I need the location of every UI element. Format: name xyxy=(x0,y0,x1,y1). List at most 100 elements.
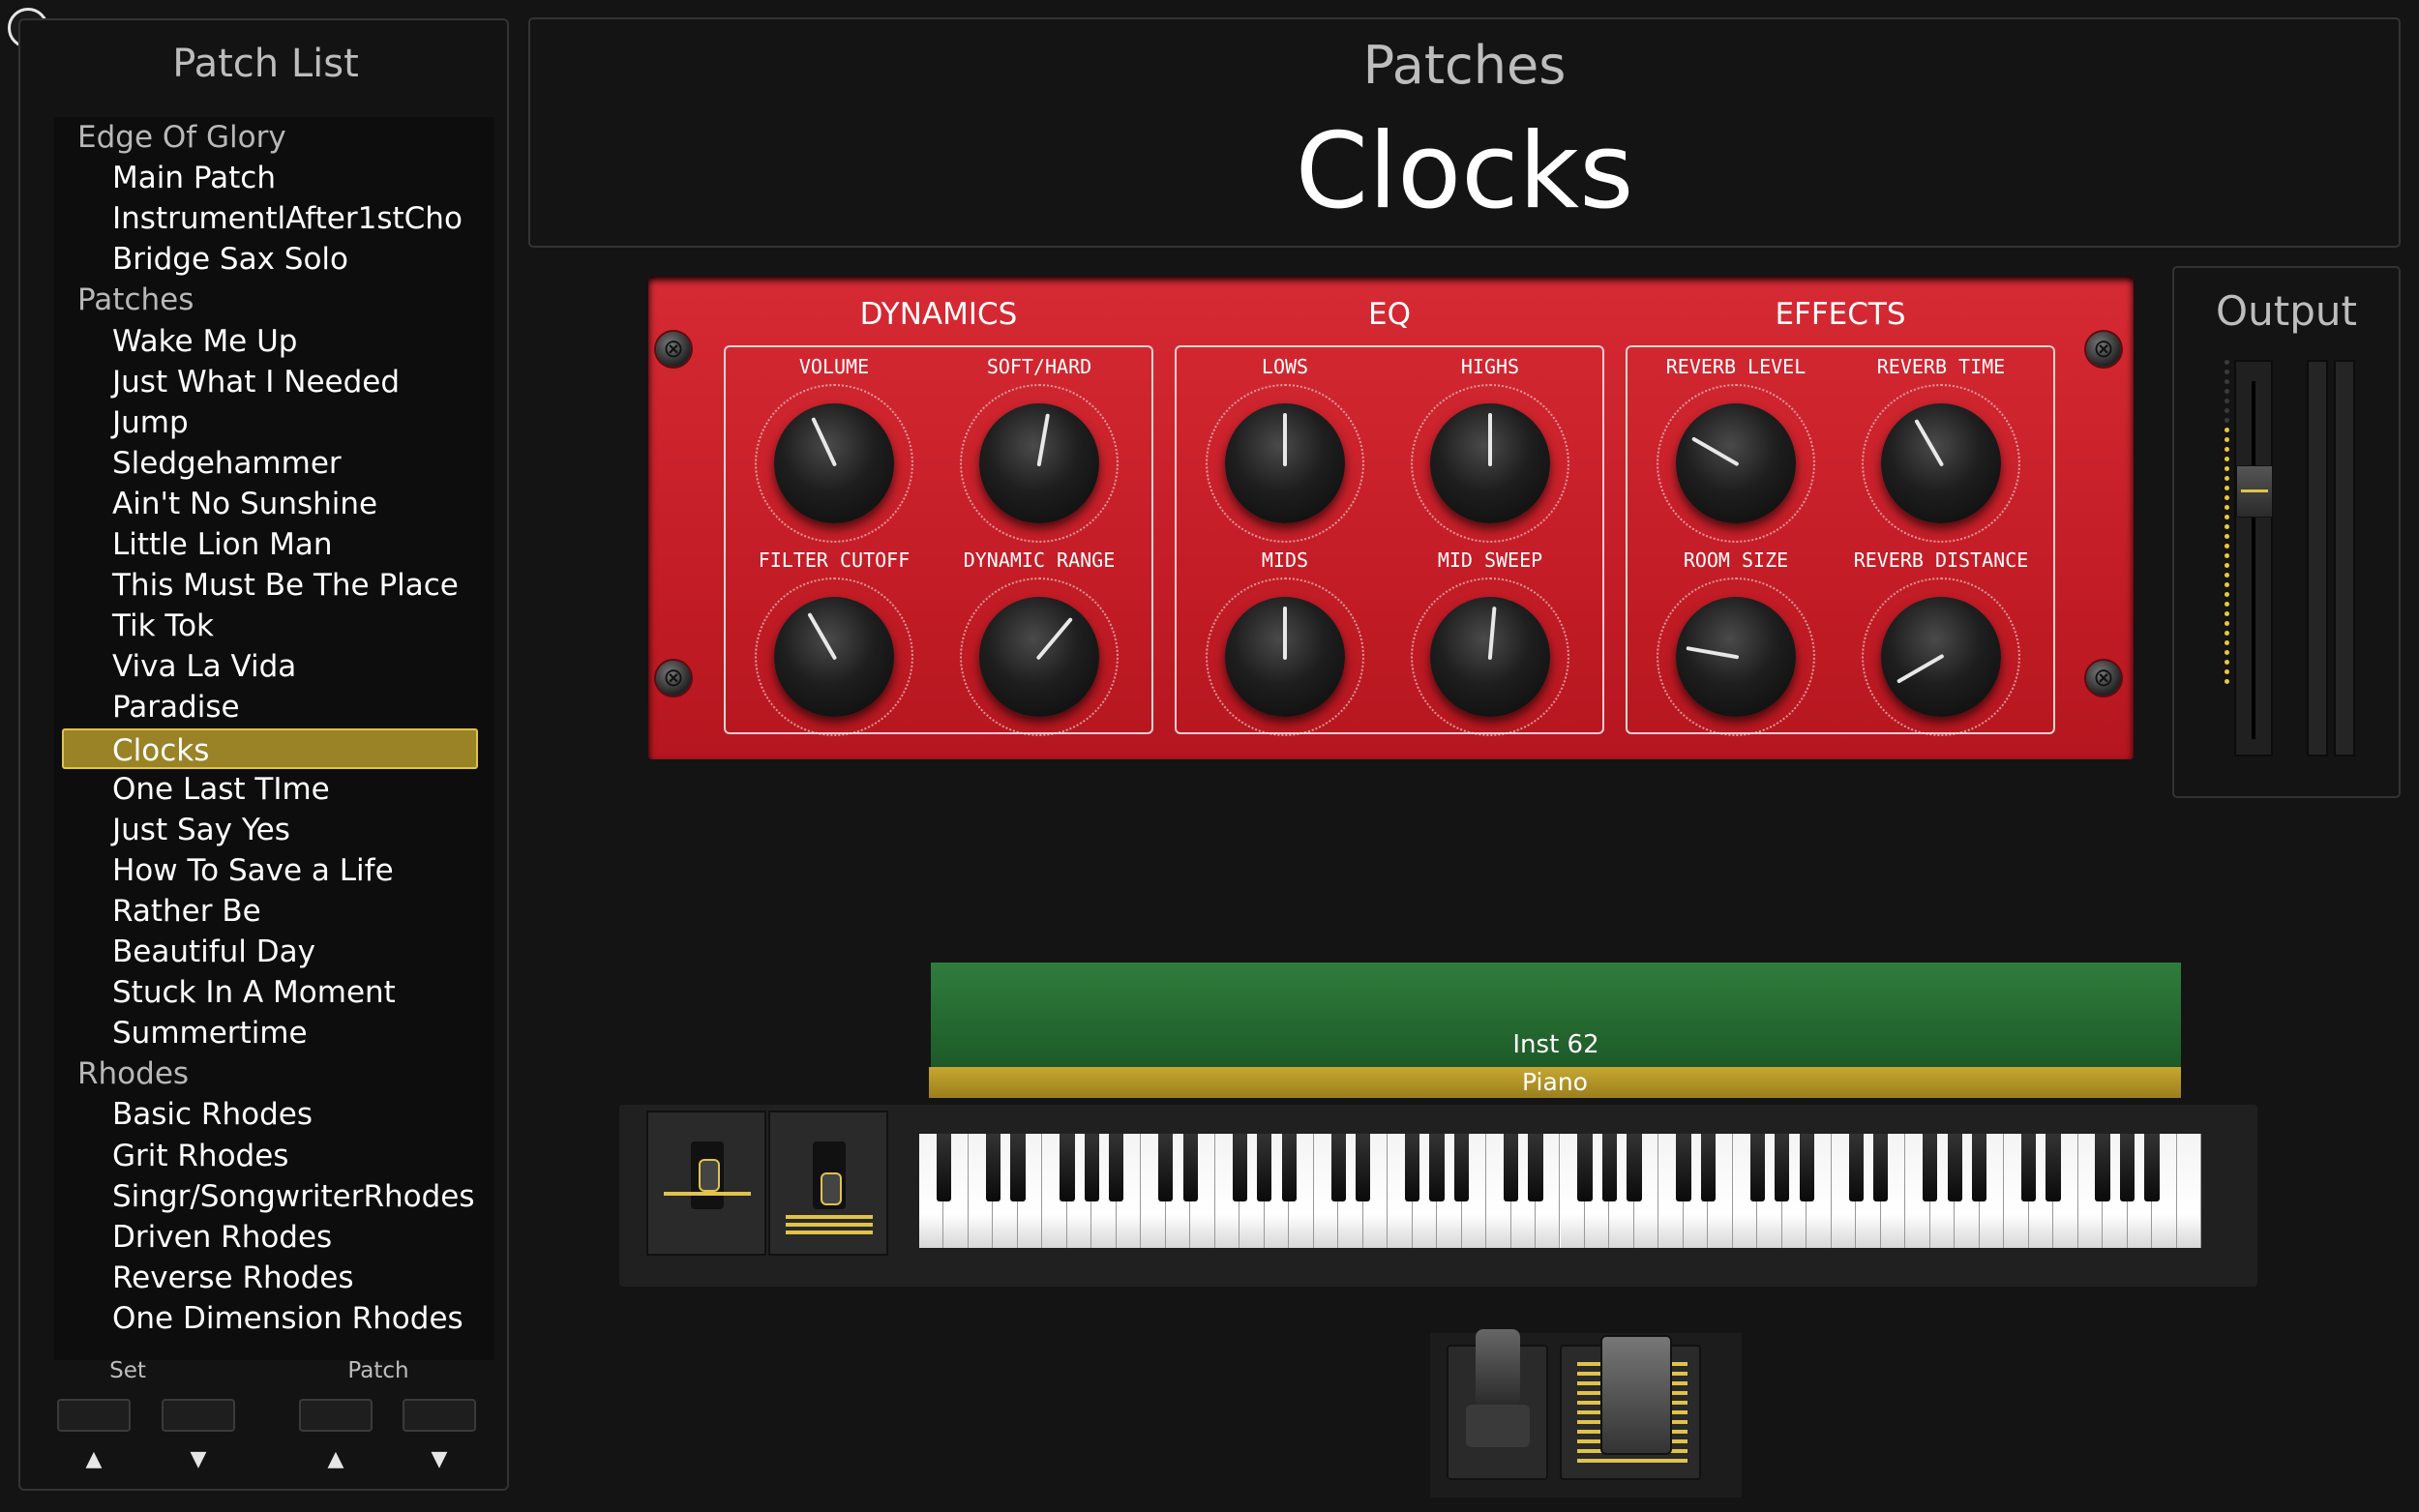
black-key[interactable] xyxy=(1257,1134,1272,1201)
patch-list-item[interactable]: This Must Be The Place xyxy=(54,565,552,606)
patch-list-item[interactable]: Just What I Needed xyxy=(54,362,552,402)
white-key[interactable] xyxy=(2176,1134,2201,1248)
set-list-item[interactable]: Patches xyxy=(54,280,518,320)
black-key[interactable] xyxy=(1601,1134,1618,1201)
piano-keys[interactable] xyxy=(919,1134,2201,1248)
black-key[interactable] xyxy=(1775,1134,1790,1201)
black-key[interactable] xyxy=(1972,1134,1987,1201)
patch-list-item[interactable]: Stuck In A Moment xyxy=(54,972,552,1013)
knob[interactable] xyxy=(979,597,1099,717)
set-list-item[interactable]: Rhodes xyxy=(54,1053,518,1094)
patch-down-button[interactable] xyxy=(403,1399,476,1432)
knob[interactable] xyxy=(1225,403,1345,523)
patch-list-item[interactable]: Wake Me Up xyxy=(54,321,552,362)
patch-list-item[interactable]: Paradise xyxy=(54,687,552,727)
black-key[interactable] xyxy=(1676,1134,1691,1201)
meter-dot xyxy=(2225,621,2229,626)
black-key[interactable] xyxy=(1799,1134,1814,1201)
black-key[interactable] xyxy=(1010,1134,1026,1201)
black-key[interactable] xyxy=(2095,1134,2110,1201)
black-key[interactable] xyxy=(936,1134,952,1201)
patch-list-item[interactable]: Singr/SongwriterRhodes xyxy=(54,1176,552,1217)
black-key[interactable] xyxy=(1356,1134,1371,1201)
patch-list-item[interactable]: InstrumentlAfter1stCho xyxy=(54,198,552,239)
knob[interactable] xyxy=(1676,597,1796,717)
black-key[interactable] xyxy=(1158,1134,1174,1201)
black-key[interactable] xyxy=(1848,1134,1864,1201)
black-key[interactable] xyxy=(1084,1134,1099,1201)
patch-list-item[interactable]: Summertime xyxy=(54,1013,552,1053)
patch-list-item[interactable]: Jump xyxy=(54,402,552,443)
pitch-bend-wheel[interactable] xyxy=(646,1111,766,1256)
meter-dot xyxy=(2225,408,2229,413)
black-key[interactable] xyxy=(2144,1134,2160,1201)
patch-list-item[interactable]: Grit Rhodes xyxy=(54,1136,552,1176)
black-key[interactable] xyxy=(1109,1134,1124,1201)
knob[interactable] xyxy=(1225,597,1345,717)
output-fader-handle[interactable] xyxy=(2236,465,2273,519)
black-key[interactable] xyxy=(1404,1134,1420,1201)
black-key[interactable] xyxy=(1281,1134,1297,1201)
knob[interactable] xyxy=(1430,597,1550,717)
black-key[interactable] xyxy=(1700,1134,1717,1201)
modulation-wheel[interactable] xyxy=(768,1111,888,1256)
meter-dot xyxy=(2225,379,2229,384)
knob-label: FILTER CUTOFF xyxy=(758,548,911,572)
meter-dot xyxy=(2225,553,2229,558)
patch-list-item[interactable]: Viva La Vida xyxy=(54,646,552,687)
patch-list-item[interactable]: Little Lion Man xyxy=(54,524,552,565)
sustain-pedal[interactable] xyxy=(1447,1329,1548,1480)
black-key[interactable] xyxy=(1182,1134,1198,1201)
knob[interactable] xyxy=(774,597,894,717)
black-key[interactable] xyxy=(1232,1134,1247,1201)
black-key[interactable] xyxy=(1627,1134,1642,1201)
patch-list-item[interactable]: Basic Rhodes xyxy=(54,1094,552,1135)
patch-up-button[interactable] xyxy=(299,1399,373,1432)
black-key[interactable] xyxy=(1749,1134,1765,1201)
set-down-button[interactable] xyxy=(162,1399,235,1432)
knob[interactable] xyxy=(1676,403,1796,523)
knob[interactable] xyxy=(1881,597,2001,717)
black-key[interactable] xyxy=(1528,1134,1543,1201)
knob[interactable] xyxy=(1881,403,2001,523)
expression-pedal[interactable] xyxy=(1560,1335,1701,1480)
black-key[interactable] xyxy=(1923,1134,1938,1201)
black-key[interactable] xyxy=(1577,1134,1593,1201)
patch-list-item[interactable]: Rather Be xyxy=(54,891,552,932)
set-up-button[interactable] xyxy=(57,1399,131,1432)
black-key[interactable] xyxy=(1429,1134,1445,1201)
black-key[interactable] xyxy=(985,1134,1001,1201)
knob[interactable] xyxy=(774,403,894,523)
patch-list-item[interactable]: Bridge Sax Solo xyxy=(54,239,552,280)
patch-list-item[interactable]: Clocks xyxy=(62,727,478,769)
patch-list-item[interactable]: Reverse Rhodes xyxy=(54,1258,552,1298)
black-key[interactable] xyxy=(1453,1134,1470,1201)
patch-list-item[interactable]: Ain't No Sunshine xyxy=(54,484,552,524)
patch-list-item[interactable]: One Last TIme xyxy=(54,769,552,810)
black-key[interactable] xyxy=(2046,1134,2061,1201)
black-key[interactable] xyxy=(1330,1134,1346,1201)
patch-list-item[interactable]: Driven Rhodes xyxy=(54,1217,552,1258)
patch-list-item[interactable]: Main Patch xyxy=(54,158,552,198)
patch-list-item[interactable]: Beautiful Day xyxy=(54,932,552,972)
patch-list-item[interactable]: One Dimension Rhodes xyxy=(54,1298,552,1339)
knob-label: SOFT/HARD xyxy=(986,355,1092,378)
meter-dot xyxy=(2225,534,2229,539)
patch-list-item[interactable]: Tik Tok xyxy=(54,606,552,646)
meter-dot xyxy=(2225,611,2229,616)
black-key[interactable] xyxy=(2119,1134,2135,1201)
patch-list-item[interactable]: Just Say Yes xyxy=(54,810,552,850)
patch-list-item[interactable]: How To Save a Life xyxy=(54,850,552,891)
patch-list-item[interactable]: Sledgehammer xyxy=(54,443,552,484)
black-key[interactable] xyxy=(2020,1134,2037,1201)
black-key[interactable] xyxy=(1873,1134,1889,1201)
knob-pointer xyxy=(1488,413,1492,466)
knob[interactable] xyxy=(1430,403,1550,523)
black-key[interactable] xyxy=(1503,1134,1519,1201)
knob[interactable] xyxy=(979,403,1099,523)
patch-list[interactable]: Edge Of Glory Main Patch InstrumentlAfter1… xyxy=(54,117,494,1360)
set-list-item[interactable]: Edge Of Glory xyxy=(54,117,518,158)
black-key[interactable] xyxy=(1060,1134,1075,1201)
black-key[interactable] xyxy=(1947,1134,1962,1201)
meter-dot xyxy=(2225,370,2229,374)
